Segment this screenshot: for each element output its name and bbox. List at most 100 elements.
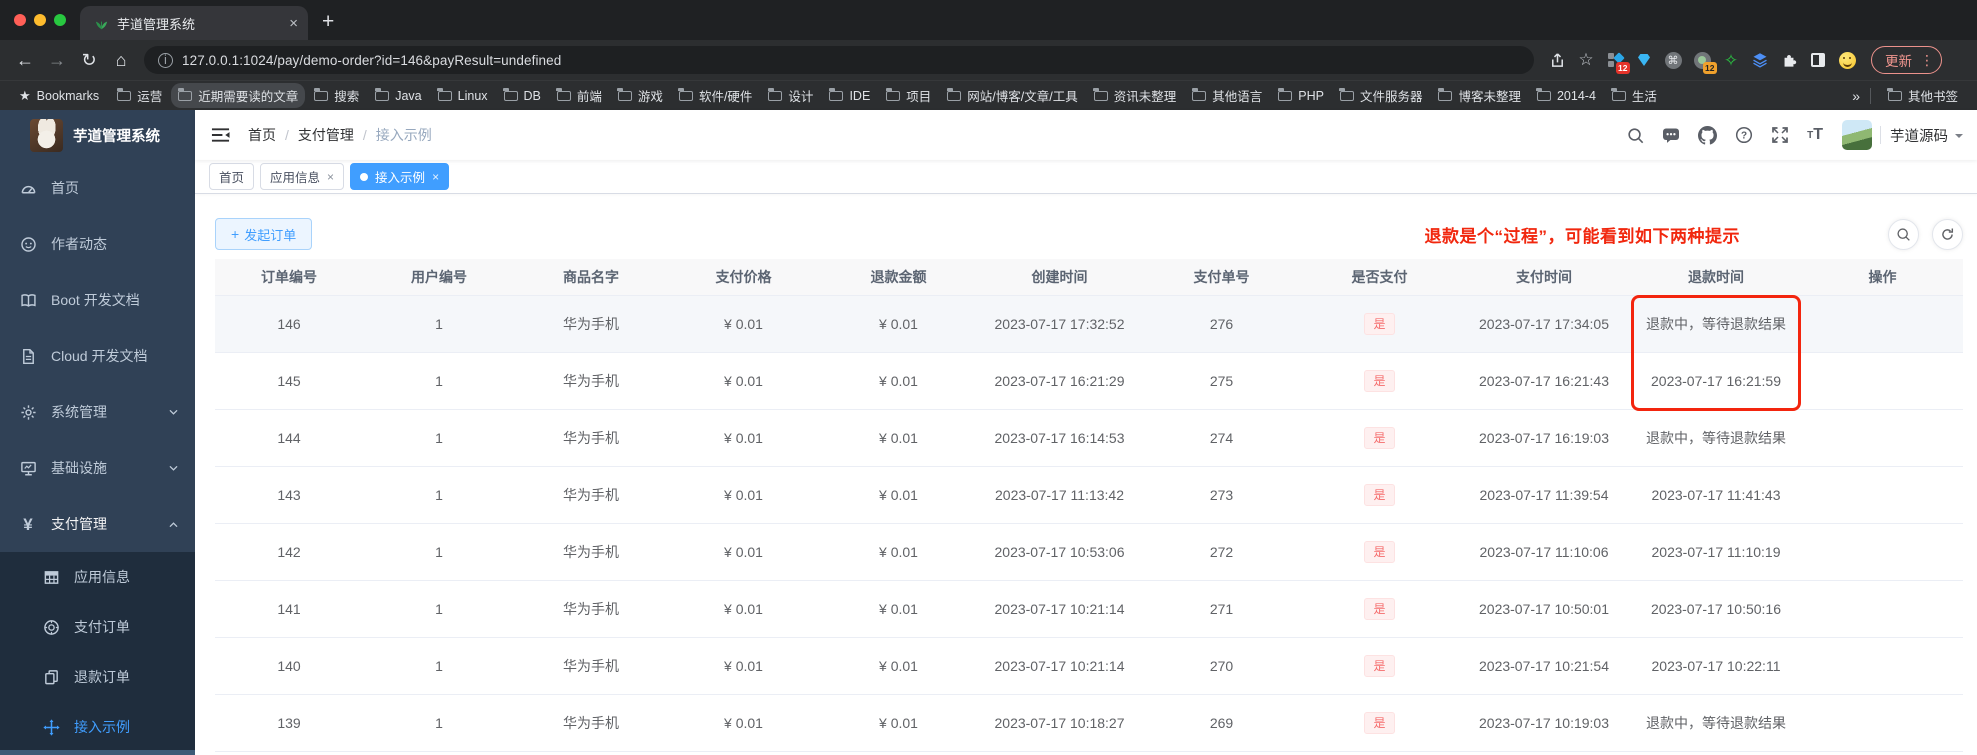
sidebar-item-app-info[interactable]: 应用信息 bbox=[0, 552, 195, 602]
bookmark-folder[interactable]: Linux bbox=[431, 86, 495, 106]
home-icon[interactable]: ⌂ bbox=[106, 50, 136, 71]
window-zoom-button[interactable] bbox=[54, 14, 66, 26]
extension-star-icon[interactable]: ✧ bbox=[1720, 49, 1742, 71]
tag-close-icon[interactable]: × bbox=[432, 170, 439, 184]
table-row[interactable]: 141 1 华为手机 ¥ 0.01 ¥ 0.01 2023-07-17 10:21:14 2… bbox=[215, 580, 1963, 638]
address-bar[interactable]: i 127.0.0.1:1024/pay/demo-order?id=146&p… bbox=[144, 46, 1534, 74]
tab-close-icon[interactable]: × bbox=[289, 15, 298, 32]
sidebar-item-infra[interactable]: 基础设施 bbox=[0, 440, 195, 496]
back-icon[interactable]: ← bbox=[10, 50, 40, 71]
user-avatar[interactable] bbox=[1842, 120, 1872, 150]
sidebar-item-home[interactable]: 首页 bbox=[0, 160, 195, 216]
share-icon[interactable] bbox=[1546, 49, 1568, 71]
bookmark-folder[interactable]: 生活 bbox=[1605, 83, 1664, 108]
table-cell bbox=[1802, 409, 1963, 467]
extension-squares-icon[interactable]: 12 bbox=[1604, 49, 1630, 74]
app-logo[interactable]: 芋道管理系统 bbox=[0, 110, 195, 160]
window-minimize-button[interactable] bbox=[34, 14, 46, 26]
update-button[interactable]: 更新 ⋮ bbox=[1871, 46, 1942, 74]
bookmark-folder[interactable]: 2014-4 bbox=[1530, 86, 1603, 106]
table-cell: 1 bbox=[363, 694, 515, 752]
table-cell: 139 bbox=[215, 694, 363, 752]
fullscreen-icon[interactable] bbox=[1762, 126, 1798, 144]
tag-item[interactable]: 首页 bbox=[209, 163, 255, 190]
table-row[interactable]: 143 1 华为手机 ¥ 0.01 ¥ 0.01 2023-07-17 11:13:42 2… bbox=[215, 466, 1963, 524]
breadcrumb-item[interactable]: 首页 bbox=[248, 125, 276, 145]
sidebar-item-pay[interactable]: ¥ 支付管理 bbox=[0, 496, 195, 552]
table-row[interactable]: 142 1 华为手机 ¥ 0.01 ¥ 0.01 2023-07-17 10:53:06 2… bbox=[215, 523, 1963, 581]
window-close-button[interactable] bbox=[14, 14, 26, 26]
chevron-down-icon[interactable] bbox=[1955, 133, 1963, 142]
bookmark-folder[interactable]: 设计 bbox=[761, 83, 820, 108]
browser-menu-icon[interactable]: ⋮ bbox=[1920, 52, 1934, 69]
other-bookmarks[interactable]: 其他书签 bbox=[1881, 83, 1965, 108]
forward-icon[interactable]: → bbox=[42, 50, 72, 71]
sidebar-item-boot-doc[interactable]: Boot 开发文档 bbox=[0, 272, 195, 328]
tag-active[interactable]: 接入示例 × bbox=[350, 163, 450, 190]
bookmark-star-icon[interactable]: ☆ bbox=[1575, 49, 1597, 71]
sidebar-item-refund-order[interactable]: 退款订单 bbox=[0, 652, 195, 702]
browser-tab[interactable]: 芋道管理系统 × bbox=[80, 6, 308, 40]
sidebar-item-label: 支付管理 bbox=[51, 516, 107, 532]
sidebar-item-pay-order[interactable]: 支付订单 bbox=[0, 602, 195, 652]
folder-icon bbox=[313, 87, 329, 101]
other-bookmarks-label: 其他书签 bbox=[1907, 90, 1958, 104]
sidebar-toggle-icon[interactable] bbox=[195, 110, 246, 160]
table-cell: 华为手机 bbox=[515, 580, 667, 638]
reload-icon[interactable]: ↻ bbox=[74, 50, 104, 71]
table-refresh-button[interactable] bbox=[1932, 218, 1963, 250]
table-row[interactable]: 139 1 华为手机 ¥ 0.01 ¥ 0.01 2023-07-17 10:18:27 2… bbox=[215, 694, 1963, 752]
create-order-button[interactable]: + 发起订单 bbox=[215, 218, 313, 250]
bookmark-folder[interactable]: 网站/博客/文章/工具 bbox=[940, 83, 1084, 108]
profile-emoji-icon[interactable] bbox=[1836, 49, 1858, 71]
github-icon[interactable] bbox=[1689, 125, 1726, 145]
extension-circle-icon[interactable]: 12 bbox=[1691, 49, 1717, 74]
table-row[interactable]: 144 1 华为手机 ¥ 0.01 ¥ 0.01 2023-07-17 16:14:53 2… bbox=[215, 409, 1963, 467]
font-size-icon[interactable]: TT bbox=[1798, 126, 1832, 144]
bookmark-folder[interactable]: 其他语言 bbox=[1185, 83, 1269, 108]
sidebar-item-system[interactable]: 系统管理 bbox=[0, 384, 195, 440]
bookmark-folder[interactable]: 运营 bbox=[110, 83, 169, 108]
refund-annotation-text: 退款是个“过程”，可能看到如下两种提示 bbox=[1424, 226, 1740, 246]
bookmark-folder[interactable]: 游戏 bbox=[611, 83, 670, 108]
bookmark-folder[interactable]: DB bbox=[497, 86, 548, 106]
extension-command-icon[interactable]: ⌘ bbox=[1662, 49, 1684, 71]
extension-gem-icon[interactable] bbox=[1633, 49, 1655, 71]
bookmarks-overflow-icon[interactable]: » bbox=[1852, 88, 1860, 104]
tag-close-icon[interactable]: × bbox=[327, 170, 334, 184]
bookmark-folder[interactable]: 项目 bbox=[879, 83, 938, 108]
table-row[interactable]: 140 1 华为手机 ¥ 0.01 ¥ 0.01 2023-07-17 10:21:14 2… bbox=[215, 637, 1963, 695]
sidebar-item-demo[interactable]: 接入示例 bbox=[0, 702, 195, 750]
bookmark-folder[interactable]: Java bbox=[368, 86, 428, 106]
table-row[interactable]: 146 1 华为手机 ¥ 0.01 ¥ 0.01 2023-07-17 17:32:52 2… bbox=[215, 295, 1963, 353]
new-tab-button[interactable]: + bbox=[322, 11, 334, 32]
bookmark-folder[interactable]: 前端 bbox=[550, 83, 609, 108]
search-icon[interactable] bbox=[1618, 127, 1653, 144]
extension-layers-icon[interactable] bbox=[1749, 49, 1771, 71]
bookmark-folder[interactable]: 资讯未整理 bbox=[1087, 83, 1184, 108]
message-icon[interactable] bbox=[1653, 126, 1689, 144]
table-cell: 141 bbox=[215, 580, 363, 638]
username[interactable]: 芋道源码 bbox=[1890, 125, 1948, 146]
bookmark-folder[interactable]: 博客未整理 bbox=[1431, 83, 1528, 108]
tab-panel-icon[interactable] bbox=[1807, 49, 1829, 71]
bookmark-folder[interactable]: 软件/硬件 bbox=[672, 83, 759, 108]
bookmark-folder[interactable]: IDE bbox=[822, 86, 877, 106]
bookmarks-root[interactable]: ★ Bookmarks bbox=[12, 85, 106, 107]
breadcrumb-item[interactable]: 支付管理 bbox=[298, 125, 354, 145]
bookmark-folder[interactable]: 搜索 bbox=[307, 83, 366, 108]
tag-item[interactable]: 应用信息 × bbox=[260, 163, 345, 190]
table-cell: 2023-07-17 10:53:06 bbox=[977, 523, 1142, 581]
extensions-puzzle-icon[interactable] bbox=[1778, 49, 1800, 71]
bookmark-folder[interactable]: PHP bbox=[1271, 86, 1331, 106]
help-icon[interactable]: ? bbox=[1726, 126, 1762, 144]
bookmark-folder[interactable]: 近期需要读的文章 bbox=[171, 83, 306, 108]
window-controls bbox=[14, 14, 66, 26]
table-row[interactable]: 145 1 华为手机 ¥ 0.01 ¥ 0.01 2023-07-17 16:21:29 2… bbox=[215, 352, 1963, 410]
table-search-button[interactable] bbox=[1888, 218, 1919, 250]
sidebar-item-author[interactable]: 作者动态 bbox=[0, 216, 195, 272]
sidebar-item-cloud-doc[interactable]: Cloud 开发文档 bbox=[0, 328, 195, 384]
bookmark-folder[interactable]: 文件服务器 bbox=[1333, 83, 1430, 108]
site-info-icon[interactable]: i bbox=[158, 52, 173, 68]
paid-status-badge: 是 bbox=[1364, 711, 1395, 734]
